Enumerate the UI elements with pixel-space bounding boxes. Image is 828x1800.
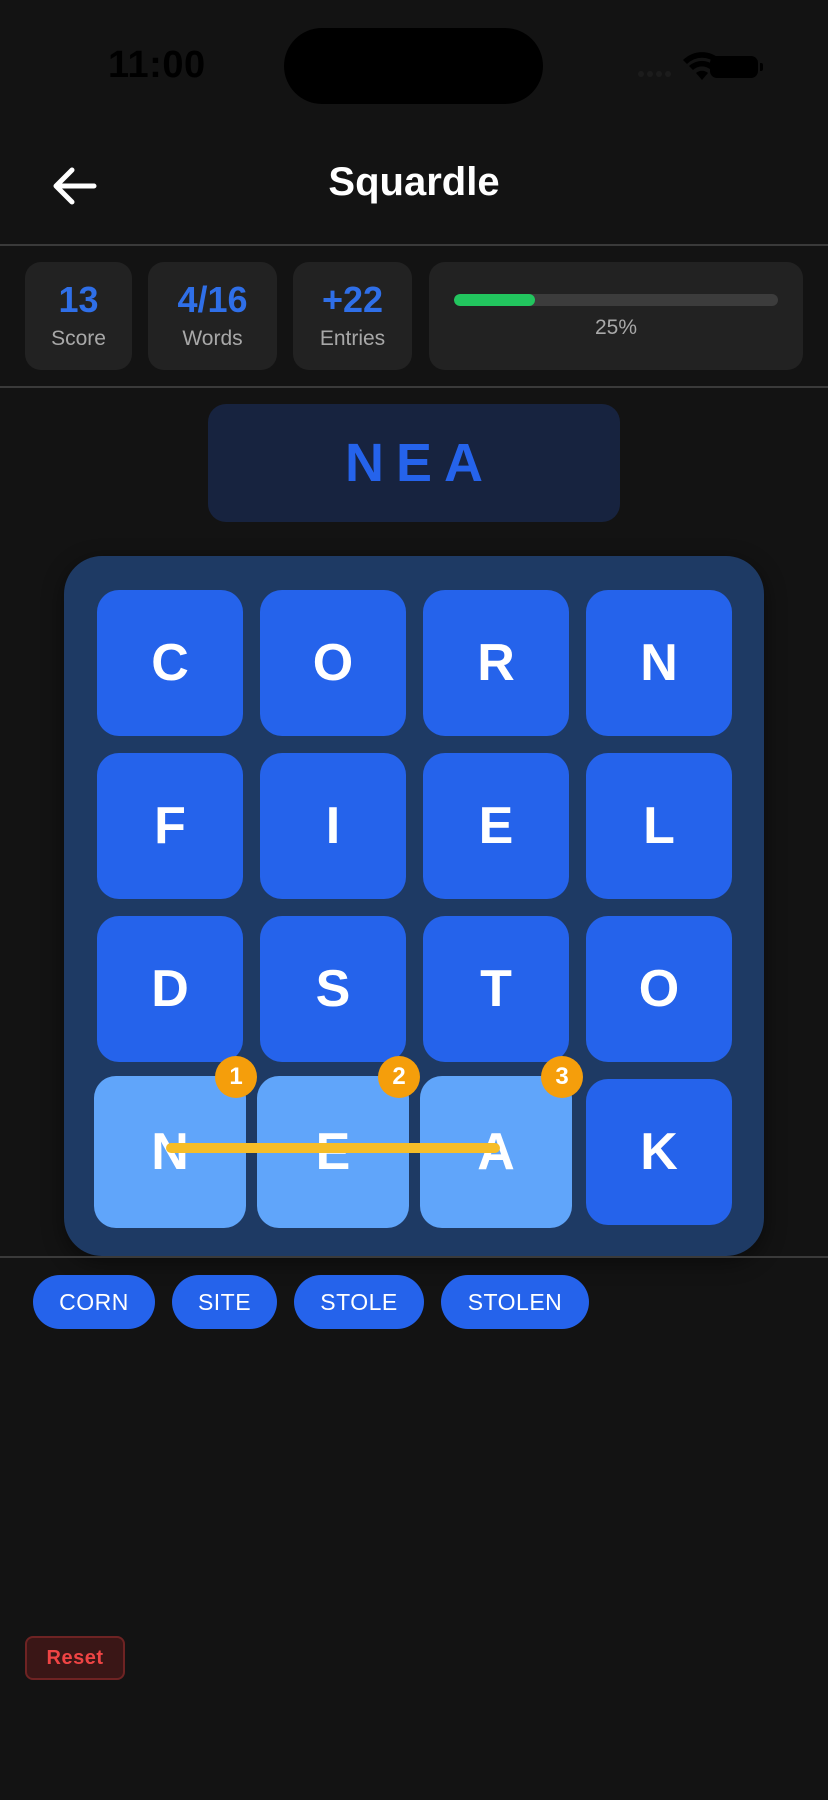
found-word-chip[interactable]: STOLE xyxy=(294,1275,424,1329)
words-card: 4/16 Words xyxy=(148,262,277,370)
selection-path-line xyxy=(166,1143,500,1153)
letter-tile[interactable]: S xyxy=(260,916,406,1062)
letter-tile[interactable]: O xyxy=(586,916,732,1062)
cellular-signal-icon xyxy=(638,64,678,77)
words-label: Words xyxy=(182,327,243,350)
letter-tile[interactable]: I xyxy=(260,753,406,899)
letter-tile[interactable]: F xyxy=(97,753,243,899)
entries-value: +22 xyxy=(321,279,384,320)
progress-track xyxy=(454,294,778,306)
progress-label: 25% xyxy=(594,316,638,339)
score-card: 13 Score xyxy=(25,262,132,370)
letter-tile[interactable]: E xyxy=(423,753,569,899)
letter-tile[interactable]: C xyxy=(97,590,243,736)
page-title: Squardle xyxy=(328,160,500,204)
selection-order-badge: 2 xyxy=(378,1056,420,1098)
progress-card: 25% xyxy=(429,262,803,370)
letter-tile[interactable]: N xyxy=(586,590,732,736)
score-value: 13 xyxy=(58,279,99,320)
progress-fill xyxy=(454,294,535,306)
stats-divider xyxy=(0,386,828,388)
entries-card: +22 Entries xyxy=(293,262,412,370)
letter-tile[interactable]: L xyxy=(586,753,732,899)
letter-tile[interactable]: O xyxy=(260,590,406,736)
status-time: 11:00 xyxy=(108,44,206,86)
letter-tile[interactable]: K xyxy=(586,1079,732,1225)
letter-tile[interactable]: T xyxy=(423,916,569,1062)
board-divider xyxy=(0,1256,828,1258)
words-value: 4/16 xyxy=(177,279,248,320)
found-word-chip[interactable]: SITE xyxy=(172,1275,277,1329)
entries-label: Entries xyxy=(319,327,386,350)
reset-button[interactable]: Reset xyxy=(25,1636,125,1680)
found-word-chip[interactable]: CORN xyxy=(33,1275,155,1329)
current-word-box: NEA xyxy=(208,404,620,522)
status-icons xyxy=(638,50,763,84)
found-word-chip[interactable]: STOLEN xyxy=(441,1275,589,1329)
letter-tile[interactable]: D xyxy=(97,916,243,1062)
header-divider xyxy=(0,244,828,246)
selection-order-badge: 1 xyxy=(215,1056,257,1098)
letter-tile[interactable]: R xyxy=(423,590,569,736)
current-word: NEA xyxy=(344,433,495,493)
dynamic-island xyxy=(284,28,543,104)
selection-order-badge: 3 xyxy=(541,1056,583,1098)
score-label: Score xyxy=(51,327,106,350)
battery-icon xyxy=(710,56,763,78)
